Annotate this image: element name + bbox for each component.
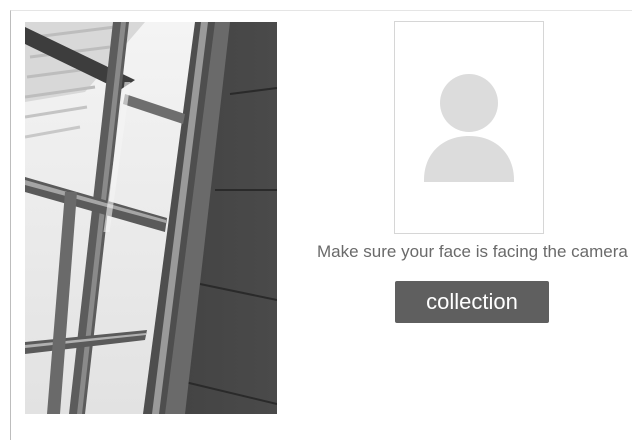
camera-preview (25, 22, 277, 414)
face-instruction-text: Make sure your face is facing the camera (317, 242, 628, 261)
camera-feed-image (25, 22, 277, 414)
collection-button[interactable]: collection (395, 281, 549, 323)
user-silhouette-icon (424, 74, 514, 182)
face-placeholder-frame (394, 21, 544, 234)
